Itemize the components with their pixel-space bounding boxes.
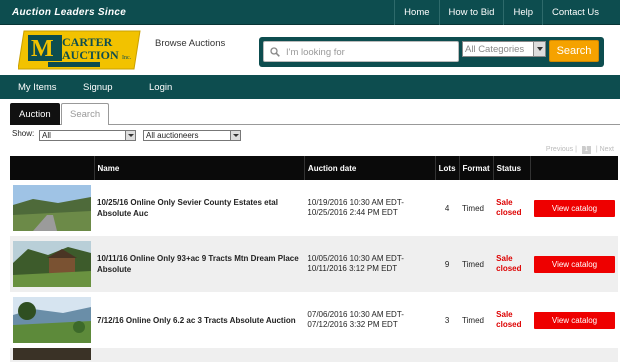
- table-row: [10, 348, 618, 362]
- chevron-down-icon: [125, 131, 135, 140]
- top-bar: Auction Leaders Since Home How to Bid He…: [0, 0, 620, 25]
- auction-date: 10/05/2016 10:30 AM EDT-10/11/2016 3:12 …: [307, 254, 404, 273]
- category-select[interactable]: All Categories: [462, 41, 546, 57]
- view-catalog-button[interactable]: View catalog: [533, 199, 615, 217]
- table-row: 10/25/16 Online Only Sevier County Estat…: [10, 180, 618, 236]
- nav-how-to-bid-link[interactable]: How to Bid: [438, 0, 504, 25]
- auction-format: Timed: [459, 236, 494, 292]
- lot-count: 9: [435, 236, 460, 292]
- col-date[interactable]: Auction date: [304, 156, 436, 180]
- view-catalog-button[interactable]: View catalog: [533, 255, 615, 273]
- browse-auctions-link[interactable]: Browse Auctions: [155, 38, 225, 49]
- col-lots[interactable]: Lots: [435, 156, 460, 180]
- lot-count: 4: [444, 203, 450, 213]
- view-catalog-button[interactable]: View catalog: [533, 311, 615, 329]
- pager: Previous | 1 | Next: [545, 146, 614, 154]
- auction-thumbnail[interactable]: [13, 348, 91, 360]
- col-image: [10, 156, 95, 180]
- page-icon: 1: [581, 146, 591, 154]
- top-nav: Home How to Bid Help Contact Us: [394, 0, 608, 25]
- status-badge: Sale closed: [496, 198, 522, 217]
- chevron-down-icon: [230, 131, 240, 140]
- auction-format: Timed: [462, 203, 484, 213]
- show-select[interactable]: All: [39, 130, 136, 141]
- table-row: 10/11/16 Online Only 93+ac 9 Tracts Mtn …: [10, 236, 618, 292]
- tagline: Auction Leaders Since: [12, 7, 127, 18]
- header: M CARTER AUCTION Inc. Browse Auctions I'…: [0, 25, 620, 75]
- auction-date: 07/06/2016 10:30 AM EDT-07/12/2016 3:32 …: [307, 310, 404, 329]
- auction-thumbnail[interactable]: [13, 185, 91, 231]
- tab-auction[interactable]: Auction: [10, 103, 60, 125]
- tab-bar: Auction Search: [10, 103, 620, 125]
- svg-text:CARTER: CARTER: [62, 35, 113, 49]
- auction-name-link[interactable]: 10/25/16 Online Only Sevier County Estat…: [97, 197, 301, 219]
- status-badge: Sale closed: [496, 254, 522, 273]
- tab-search[interactable]: Search: [61, 103, 110, 125]
- svg-text:AUCTION: AUCTION: [62, 48, 119, 62]
- search-bar: I'm looking for All Categories Search: [259, 37, 604, 67]
- auction-format: Timed: [462, 315, 484, 325]
- signup-link[interactable]: Signup: [83, 82, 113, 93]
- previous-link[interactable]: Previous: [546, 146, 573, 153]
- auction-thumbnail[interactable]: [13, 297, 91, 343]
- my-items-link[interactable]: My Items: [18, 82, 57, 93]
- col-status[interactable]: Status: [493, 156, 532, 180]
- col-name[interactable]: Name: [94, 156, 305, 180]
- auction-table: Name Auction date Lots Format Status 10/…: [10, 156, 618, 362]
- auctioneer-select[interactable]: All auctioneers: [143, 130, 241, 141]
- auction-name-link[interactable]: 7/12/16 Online Only 6.2 ac 3 Tracts Abso…: [97, 315, 301, 326]
- sub-nav: My Items Signup Login: [0, 75, 620, 99]
- status-badge: Sale closed: [496, 310, 522, 329]
- auction-date: 10/19/2016 10:30 AM EDT-10/25/2016 2:44 …: [307, 198, 404, 217]
- table-row: 7/12/16 Online Only 6.2 ac 3 Tracts Abso…: [10, 292, 618, 348]
- nav-home-link[interactable]: Home: [394, 0, 438, 25]
- login-link[interactable]: Login: [149, 82, 172, 93]
- search-placeholder: I'm looking for: [286, 47, 345, 58]
- lot-count: 3: [444, 315, 450, 325]
- col-format[interactable]: Format: [459, 156, 494, 180]
- table-header: Name Auction date Lots Format Status: [10, 156, 618, 180]
- auction-thumbnail[interactable]: [13, 241, 91, 287]
- nav-contact-link[interactable]: Contact Us: [542, 0, 608, 25]
- nav-help-link[interactable]: Help: [503, 0, 542, 25]
- search-icon: [270, 47, 280, 57]
- search-button[interactable]: Search: [549, 40, 599, 62]
- svg-text:M: M: [31, 36, 54, 62]
- auction-name-link[interactable]: 10/11/16 Online Only 93+ac 9 Tracts Mtn …: [97, 253, 301, 275]
- search-input[interactable]: I'm looking for: [263, 41, 459, 62]
- company-logo[interactable]: M CARTER AUCTION Inc.: [17, 29, 143, 71]
- chevron-down-icon: [533, 42, 545, 56]
- col-action: [530, 156, 618, 180]
- svg-text:Inc.: Inc.: [122, 55, 132, 61]
- show-label: Show:: [12, 129, 35, 138]
- next-link[interactable]: Next: [600, 146, 614, 153]
